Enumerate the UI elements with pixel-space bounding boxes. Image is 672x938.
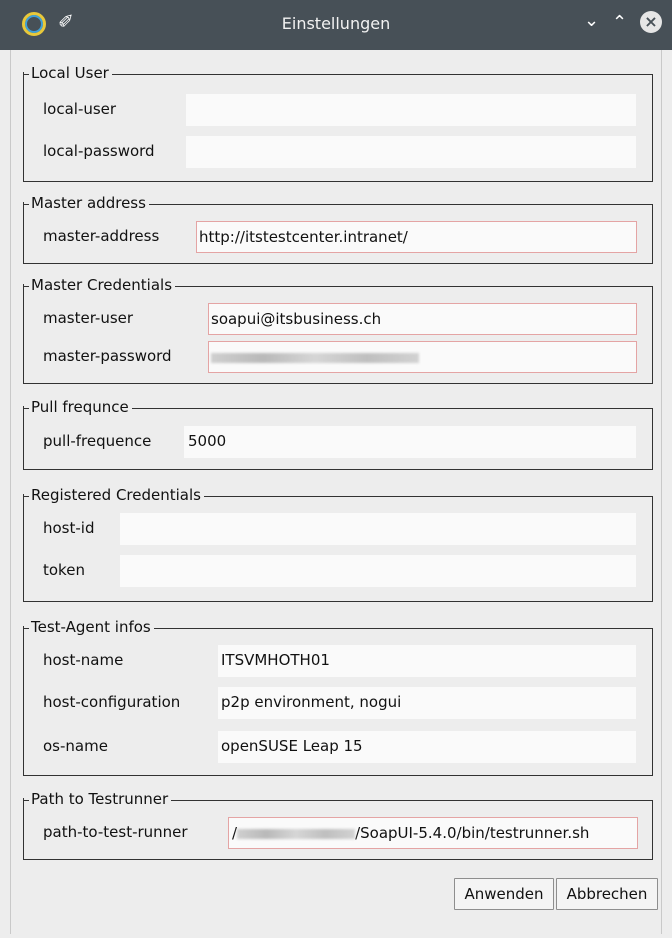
group-legend: Local User (23, 64, 112, 82)
host-configuration-input[interactable]: p2p environment, nogui (218, 687, 636, 719)
local-user-input[interactable] (186, 94, 636, 126)
path-suffix: /SoapUI-5.4.0/bin/testrunner.sh (355, 824, 590, 842)
master-address-label: master-address (43, 227, 160, 245)
host-id-input[interactable] (120, 513, 636, 545)
master-user-label: master-user (43, 309, 134, 327)
group-legend: Pull frequnce (23, 398, 132, 416)
group-legend: Path to Testrunner (22, 790, 172, 808)
group-legend: Registered Credentials (23, 486, 204, 504)
host-configuration-label: host-configuration (43, 693, 181, 711)
cancel-button[interactable]: Abbrechen (556, 878, 658, 910)
master-password-label: master-password (43, 347, 172, 365)
token-label: token (43, 561, 85, 579)
local-password-label: local-password (43, 142, 155, 160)
path-to-test-runner-label: path-to-test-runner (43, 823, 188, 841)
group-legend: Master address (23, 194, 149, 212)
masked-path (237, 828, 356, 839)
host-name-input[interactable]: ITSVMHOTH01 (218, 645, 636, 677)
group-legend: Test-Agent infos (23, 618, 154, 636)
group-path-to-testrunner: Path to Testrunner path-to-test-runner /… (22, 790, 653, 860)
master-address-input[interactable]: http://itstestcenter.intranet/ (196, 221, 637, 253)
group-local-user: Local User local-user local-password (23, 64, 653, 182)
group-registered-credentials: Registered Credentials host-id token (23, 486, 653, 602)
os-name-label: os-name (43, 737, 108, 755)
pull-frequence-input[interactable]: 5000 (184, 426, 636, 458)
close-icon[interactable]: × (640, 11, 662, 33)
group-master-credentials: Master Credentials master-user soapui@it… (22, 276, 653, 384)
minimize-icon[interactable]: ⌄ (584, 10, 599, 31)
host-name-label: host-name (43, 651, 124, 669)
group-test-agent-infos: Test-Agent infos host-name ITSVMHOTH01 h… (23, 618, 653, 776)
pull-frequence-label: pull-frequence (43, 432, 152, 450)
window-title: Einstellungen (281, 14, 391, 33)
path-to-test-runner-input[interactable]: //SoapUI-5.4.0/bin/testrunner.sh (228, 817, 638, 849)
token-input[interactable] (120, 555, 636, 587)
window-titlebar: ✐ Einstellungen ⌄ ⌃ × (0, 0, 672, 50)
master-password-input[interactable] (208, 341, 637, 373)
group-legend: Master Credentials (22, 276, 176, 294)
group-master-address: Master address master-address http://its… (23, 194, 653, 264)
master-user-input[interactable]: soapui@itsbusiness.ch (208, 303, 637, 335)
masked-password (211, 352, 419, 363)
host-id-label: host-id (43, 519, 95, 537)
os-name-input[interactable]: openSUSE Leap 15 (218, 731, 636, 763)
local-user-label: local-user (43, 100, 117, 118)
local-password-input[interactable] (186, 136, 636, 168)
apply-button[interactable]: Anwenden (454, 878, 554, 910)
group-pull-frequence: Pull frequnce pull-frequence 5000 (23, 398, 653, 470)
maximize-icon[interactable]: ⌃ (612, 12, 627, 33)
